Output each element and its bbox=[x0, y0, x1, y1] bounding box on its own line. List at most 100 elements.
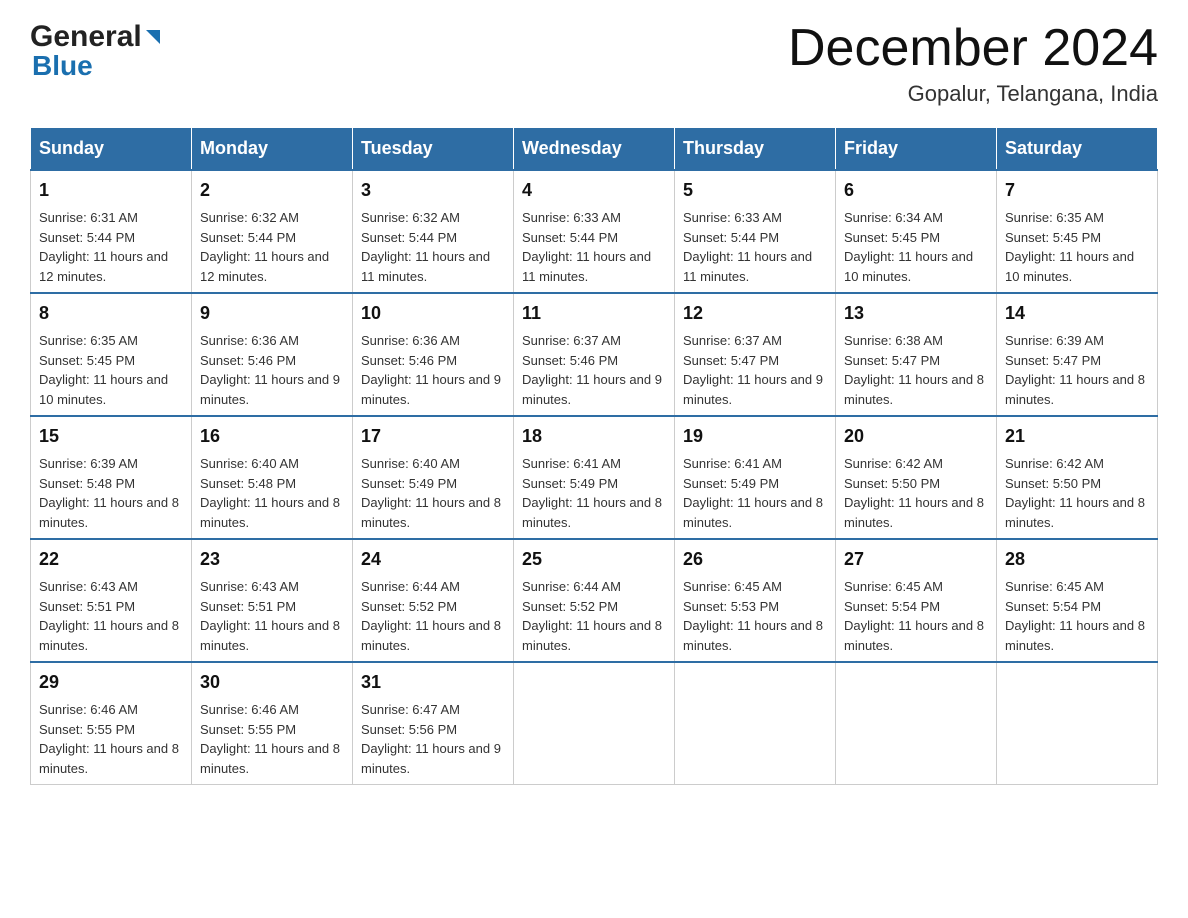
calendar-week-4: 22 Sunrise: 6:43 AMSunset: 5:51 PMDayligh… bbox=[31, 539, 1158, 662]
day-info: Sunrise: 6:35 AMSunset: 5:45 PMDaylight:… bbox=[1005, 210, 1134, 284]
day-number: 23 bbox=[200, 546, 344, 573]
calendar-cell: 24 Sunrise: 6:44 AMSunset: 5:52 PMDayligh… bbox=[353, 539, 514, 662]
logo-triangle-icon bbox=[142, 26, 164, 48]
calendar-cell: 26 Sunrise: 6:45 AMSunset: 5:53 PMDayligh… bbox=[675, 539, 836, 662]
col-thursday: Thursday bbox=[675, 128, 836, 171]
day-info: Sunrise: 6:34 AMSunset: 5:45 PMDaylight:… bbox=[844, 210, 973, 284]
calendar-cell: 4 Sunrise: 6:33 AMSunset: 5:44 PMDaylight… bbox=[514, 170, 675, 293]
day-info: Sunrise: 6:36 AMSunset: 5:46 PMDaylight:… bbox=[200, 333, 340, 407]
calendar-cell: 5Sunrise: 6:33 AMSunset: 5:44 PMDaylight… bbox=[675, 170, 836, 293]
calendar-cell: 7 Sunrise: 6:35 AMSunset: 5:45 PMDaylight… bbox=[997, 170, 1158, 293]
calendar-cell: 1Sunrise: 6:31 AMSunset: 5:44 PMDaylight… bbox=[31, 170, 192, 293]
day-info: Sunrise: 6:42 AMSunset: 5:50 PMDaylight:… bbox=[1005, 456, 1145, 530]
calendar-cell: 13 Sunrise: 6:38 AMSunset: 5:47 PMDayligh… bbox=[836, 293, 997, 416]
col-wednesday: Wednesday bbox=[514, 128, 675, 171]
day-number: 1 bbox=[39, 177, 183, 204]
calendar-cell: 22 Sunrise: 6:43 AMSunset: 5:51 PMDayligh… bbox=[31, 539, 192, 662]
day-info: Sunrise: 6:38 AMSunset: 5:47 PMDaylight:… bbox=[844, 333, 984, 407]
day-info: Sunrise: 6:44 AMSunset: 5:52 PMDaylight:… bbox=[361, 579, 501, 653]
calendar-cell: 9 Sunrise: 6:36 AMSunset: 5:46 PMDaylight… bbox=[192, 293, 353, 416]
calendar-cell: 20Sunrise: 6:42 AMSunset: 5:50 PMDayligh… bbox=[836, 416, 997, 539]
day-info: Sunrise: 6:45 AMSunset: 5:53 PMDaylight:… bbox=[683, 579, 823, 653]
day-number: 5 bbox=[683, 177, 827, 204]
title-area: December 2024 Gopalur, Telangana, India bbox=[788, 20, 1158, 107]
day-number: 18 bbox=[522, 423, 666, 450]
calendar-cell: 16 Sunrise: 6:40 AMSunset: 5:48 PMDayligh… bbox=[192, 416, 353, 539]
calendar-cell: 17 Sunrise: 6:40 AMSunset: 5:49 PMDayligh… bbox=[353, 416, 514, 539]
calendar-cell: 6 Sunrise: 6:34 AMSunset: 5:45 PMDaylight… bbox=[836, 170, 997, 293]
calendar-cell: 3 Sunrise: 6:32 AMSunset: 5:44 PMDaylight… bbox=[353, 170, 514, 293]
calendar-week-5: 29Sunrise: 6:46 AMSunset: 5:55 PMDayligh… bbox=[31, 662, 1158, 785]
calendar-cell: 11Sunrise: 6:37 AMSunset: 5:46 PMDayligh… bbox=[514, 293, 675, 416]
day-number: 16 bbox=[200, 423, 344, 450]
col-tuesday: Tuesday bbox=[353, 128, 514, 171]
subtitle: Gopalur, Telangana, India bbox=[788, 81, 1158, 107]
calendar-cell: 15Sunrise: 6:39 AMSunset: 5:48 PMDayligh… bbox=[31, 416, 192, 539]
day-info: Sunrise: 6:43 AMSunset: 5:51 PMDaylight:… bbox=[200, 579, 340, 653]
day-number: 13 bbox=[844, 300, 988, 327]
day-number: 6 bbox=[844, 177, 988, 204]
day-info: Sunrise: 6:45 AMSunset: 5:54 PMDaylight:… bbox=[844, 579, 984, 653]
day-info: Sunrise: 6:40 AMSunset: 5:49 PMDaylight:… bbox=[361, 456, 501, 530]
calendar-cell: 31Sunrise: 6:47 AMSunset: 5:56 PMDayligh… bbox=[353, 662, 514, 785]
day-number: 30 bbox=[200, 669, 344, 696]
day-number: 17 bbox=[361, 423, 505, 450]
day-info: Sunrise: 6:40 AMSunset: 5:48 PMDaylight:… bbox=[200, 456, 340, 530]
logo: General Blue bbox=[30, 20, 164, 82]
day-info: Sunrise: 6:37 AMSunset: 5:46 PMDaylight:… bbox=[522, 333, 662, 407]
day-number: 9 bbox=[200, 300, 344, 327]
calendar-cell: 19 Sunrise: 6:41 AMSunset: 5:49 PMDayligh… bbox=[675, 416, 836, 539]
day-number: 7 bbox=[1005, 177, 1149, 204]
logo-blue-text: Blue bbox=[30, 50, 93, 82]
day-info: Sunrise: 6:41 AMSunset: 5:49 PMDaylight:… bbox=[683, 456, 823, 530]
col-saturday: Saturday bbox=[997, 128, 1158, 171]
calendar-cell bbox=[514, 662, 675, 785]
day-info: Sunrise: 6:45 AMSunset: 5:54 PMDaylight:… bbox=[1005, 579, 1145, 653]
calendar-cell: 12 Sunrise: 6:37 AMSunset: 5:47 PMDayligh… bbox=[675, 293, 836, 416]
col-monday: Monday bbox=[192, 128, 353, 171]
calendar-cell: 29Sunrise: 6:46 AMSunset: 5:55 PMDayligh… bbox=[31, 662, 192, 785]
day-number: 24 bbox=[361, 546, 505, 573]
calendar-cell: 23 Sunrise: 6:43 AMSunset: 5:51 PMDayligh… bbox=[192, 539, 353, 662]
day-number: 4 bbox=[522, 177, 666, 204]
day-info: Sunrise: 6:33 AMSunset: 5:44 PMDaylight:… bbox=[522, 210, 651, 284]
calendar-cell: 28Sunrise: 6:45 AMSunset: 5:54 PMDayligh… bbox=[997, 539, 1158, 662]
calendar-week-3: 15Sunrise: 6:39 AMSunset: 5:48 PMDayligh… bbox=[31, 416, 1158, 539]
day-number: 22 bbox=[39, 546, 183, 573]
calendar-cell bbox=[675, 662, 836, 785]
day-info: Sunrise: 6:39 AMSunset: 5:47 PMDaylight:… bbox=[1005, 333, 1145, 407]
calendar-header-row: Sunday Monday Tuesday Wednesday Thursday… bbox=[31, 128, 1158, 171]
day-info: Sunrise: 6:35 AMSunset: 5:45 PMDaylight:… bbox=[39, 333, 168, 407]
day-number: 19 bbox=[683, 423, 827, 450]
calendar-week-1: 1Sunrise: 6:31 AMSunset: 5:44 PMDaylight… bbox=[31, 170, 1158, 293]
day-info: Sunrise: 6:32 AMSunset: 5:44 PMDaylight:… bbox=[361, 210, 490, 284]
day-info: Sunrise: 6:42 AMSunset: 5:50 PMDaylight:… bbox=[844, 456, 984, 530]
day-info: Sunrise: 6:37 AMSunset: 5:47 PMDaylight:… bbox=[683, 333, 823, 407]
day-number: 26 bbox=[683, 546, 827, 573]
day-number: 2 bbox=[200, 177, 344, 204]
day-number: 8 bbox=[39, 300, 183, 327]
day-info: Sunrise: 6:43 AMSunset: 5:51 PMDaylight:… bbox=[39, 579, 179, 653]
calendar-cell: 27 Sunrise: 6:45 AMSunset: 5:54 PMDayligh… bbox=[836, 539, 997, 662]
calendar-cell bbox=[997, 662, 1158, 785]
day-info: Sunrise: 6:36 AMSunset: 5:46 PMDaylight:… bbox=[361, 333, 501, 407]
calendar-cell: 14 Sunrise: 6:39 AMSunset: 5:47 PMDayligh… bbox=[997, 293, 1158, 416]
day-info: Sunrise: 6:39 AMSunset: 5:48 PMDaylight:… bbox=[39, 456, 179, 530]
col-friday: Friday bbox=[836, 128, 997, 171]
calendar-cell: 18Sunrise: 6:41 AMSunset: 5:49 PMDayligh… bbox=[514, 416, 675, 539]
day-number: 14 bbox=[1005, 300, 1149, 327]
day-number: 3 bbox=[361, 177, 505, 204]
calendar-week-2: 8 Sunrise: 6:35 AMSunset: 5:45 PMDaylight… bbox=[31, 293, 1158, 416]
calendar-cell: 10Sunrise: 6:36 AMSunset: 5:46 PMDayligh… bbox=[353, 293, 514, 416]
day-number: 31 bbox=[361, 669, 505, 696]
calendar-table: Sunday Monday Tuesday Wednesday Thursday… bbox=[30, 127, 1158, 785]
day-info: Sunrise: 6:44 AMSunset: 5:52 PMDaylight:… bbox=[522, 579, 662, 653]
day-number: 21 bbox=[1005, 423, 1149, 450]
logo-general-text: General bbox=[30, 20, 142, 54]
day-number: 27 bbox=[844, 546, 988, 573]
calendar-cell: 2Sunrise: 6:32 AMSunset: 5:44 PMDaylight… bbox=[192, 170, 353, 293]
header: General Blue December 2024 Gopalur, Tela… bbox=[30, 20, 1158, 107]
day-number: 12 bbox=[683, 300, 827, 327]
calendar-cell: 25Sunrise: 6:44 AMSunset: 5:52 PMDayligh… bbox=[514, 539, 675, 662]
col-sunday: Sunday bbox=[31, 128, 192, 171]
